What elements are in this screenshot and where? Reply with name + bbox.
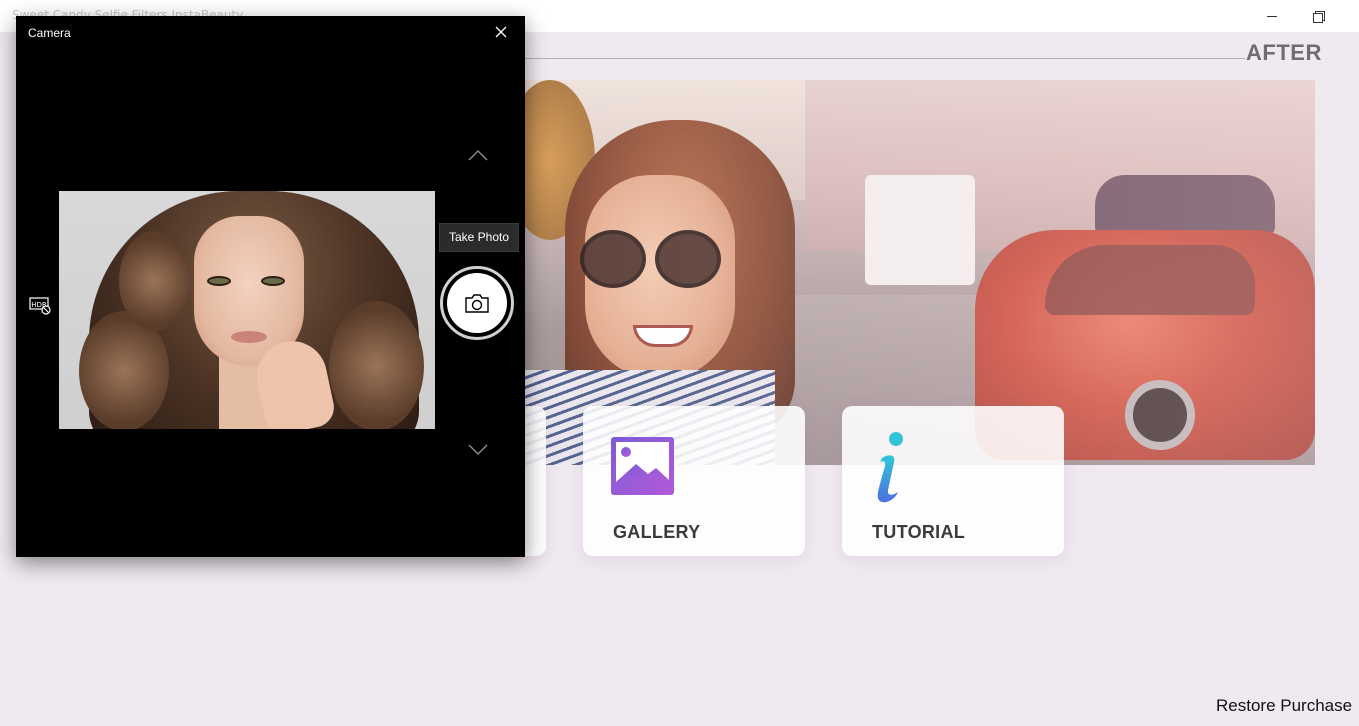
take-photo-tooltip: Take Photo [439, 223, 520, 252]
info-icon [877, 432, 903, 503]
preview-curl [329, 301, 424, 429]
preview-eye [207, 276, 231, 286]
chevron-up-icon[interactable] [467, 148, 489, 162]
camera-close-button[interactable] [486, 20, 516, 44]
chevron-down-icon[interactable] [467, 443, 489, 457]
preview-lips [231, 331, 267, 343]
header-divider [525, 58, 1245, 59]
tutorial-label: TUTORIAL [872, 522, 966, 542]
restore-purchase-button[interactable]: Restore Purchase [1216, 696, 1352, 716]
restore-window-button[interactable] [1295, 0, 1341, 32]
camera-icon [465, 294, 489, 313]
hdr-off-icon[interactable]: HDR [29, 295, 53, 315]
close-icon [495, 26, 507, 38]
gallery-label: GALLERY [613, 522, 701, 542]
camera-preview [59, 191, 435, 429]
gallery-card[interactable]: GALLERY [583, 406, 805, 556]
gallery-icon [611, 437, 674, 495]
restore-window-icon [1313, 11, 1325, 23]
preview-eye [261, 276, 285, 286]
minimize-icon [1267, 15, 1277, 17]
camera-window: Camera HDR Take Photo [16, 16, 525, 557]
camera-title: Camera [28, 26, 71, 40]
take-photo-button[interactable] [440, 266, 514, 340]
after-label: AFTER [1246, 40, 1322, 65]
tutorial-card[interactable]: TUTORIAL [842, 406, 1064, 556]
minimize-button[interactable] [1249, 0, 1295, 32]
preview-curl [119, 231, 189, 331]
shutter-face [447, 273, 507, 333]
camera-card[interactable] [525, 406, 546, 556]
